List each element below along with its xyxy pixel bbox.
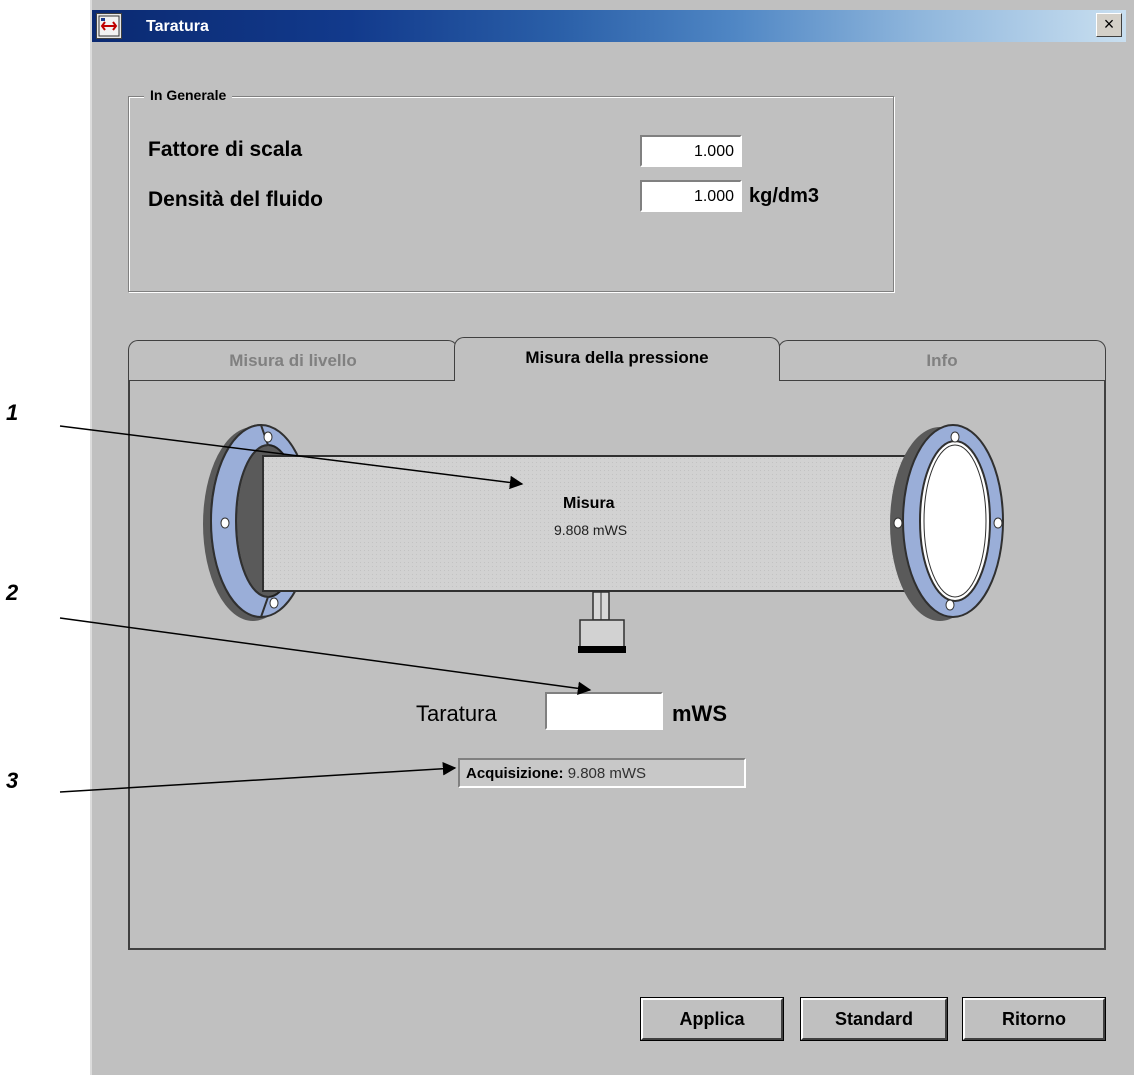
measure-value: 9.808 mWS	[554, 522, 628, 538]
tab-info[interactable]: Info	[778, 340, 1106, 380]
pressure-sensor	[578, 591, 626, 653]
return-button[interactable]: Ritorno	[962, 997, 1106, 1041]
scale-factor-field[interactable]: 1.000	[640, 135, 742, 167]
callout-number-2: 2	[6, 580, 19, 605]
measure-label: Misura	[563, 495, 615, 512]
tab-pressure-measure[interactable]: Misura della pressione	[454, 337, 780, 381]
standard-button[interactable]: Standard	[800, 997, 948, 1041]
window-title: Taratura	[146, 18, 209, 35]
scale-factor-label: Fattore di scala	[148, 138, 303, 161]
general-group-legend: In Generale	[144, 87, 233, 103]
app-icon	[96, 13, 122, 39]
pipe-illustration	[203, 423, 1004, 653]
taratura-unit: mWS	[672, 701, 727, 726]
taratura-label: Taratura	[416, 701, 497, 726]
close-button[interactable]: ×	[1096, 13, 1122, 37]
callout-number-3: 3	[6, 768, 19, 793]
right-flange	[890, 424, 1004, 621]
tab-level-measure[interactable]: Misura di livello	[128, 340, 458, 380]
density-unit: kg/dm3	[749, 185, 820, 207]
acquisition-display: Acquisizione: 9.808 mWS	[458, 758, 746, 788]
callout-number-1: 1	[6, 400, 19, 425]
taratura-input[interactable]	[545, 692, 663, 730]
acquisition-value: 9.808 mWS	[567, 765, 647, 782]
density-field[interactable]: 1.000	[640, 180, 742, 212]
acquisition-label: Acquisizione:	[466, 765, 564, 782]
apply-button[interactable]: Applica	[640, 997, 784, 1041]
density-label: Densità del fluido	[148, 188, 324, 211]
title-bar[interactable]	[92, 10, 1126, 42]
